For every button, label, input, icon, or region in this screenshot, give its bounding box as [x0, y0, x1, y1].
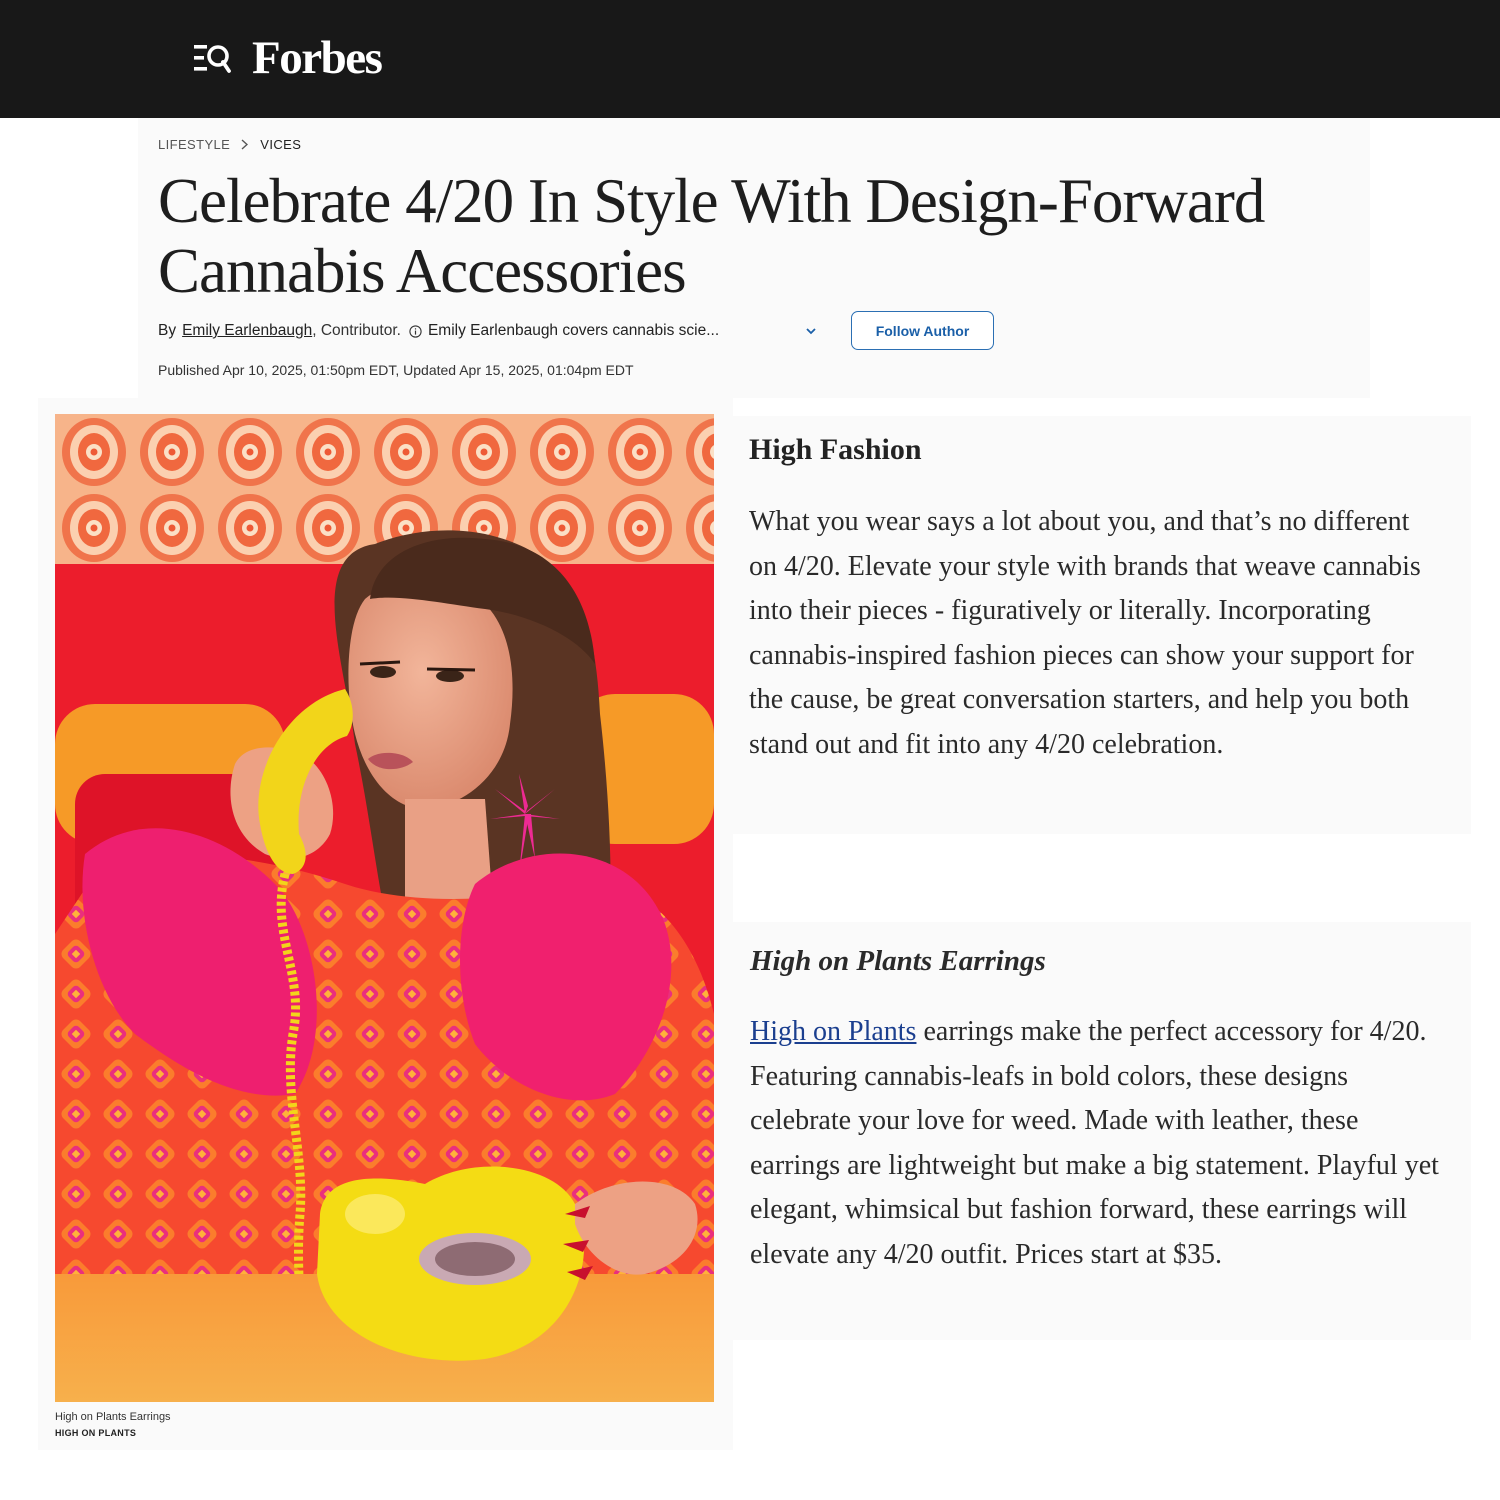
chevron-down-icon[interactable] — [805, 323, 817, 341]
author-role: , Contributor. — [312, 322, 401, 339]
breadcrumb-vices[interactable]: VICES — [260, 137, 301, 152]
author-link[interactable]: Emily Earlenbaugh — [182, 322, 312, 340]
breadcrumb: LIFESTYLE VICES — [158, 137, 301, 152]
top-navigation-bar: Forbes — [0, 0, 1500, 118]
author-bio: Emily Earlenbaugh covers cannabis scie..… — [427, 322, 720, 339]
product-body: High on Plants earrings make the perfect… — [750, 1010, 1440, 1278]
image-card: High on Plants Earrings HIGH ON PLANTS — [38, 398, 733, 1450]
byline: By Emily Earlenbaugh , Contributor. Emil… — [158, 320, 719, 342]
forbes-logo[interactable]: Forbes — [252, 30, 383, 86]
follow-author-button[interactable]: Follow Author — [851, 311, 994, 350]
chevron-right-icon — [241, 139, 249, 150]
menu-search-icon[interactable] — [194, 43, 232, 73]
section-card-high-fashion: High Fashion What you wear says a lot ab… — [733, 416, 1471, 834]
section-title: High Fashion — [749, 433, 922, 466]
image-credit: HIGH ON PLANTS — [55, 1428, 137, 1438]
article-headline: Celebrate 4/20 In Style With Design-Forw… — [158, 166, 1265, 306]
article-header: LIFESTYLE VICES Celebrate 4/20 In Style … — [138, 118, 1370, 398]
info-icon — [409, 324, 422, 338]
image-caption: High on Plants Earrings — [55, 1411, 171, 1423]
product-description: earrings make the perfect accessory for … — [750, 1016, 1439, 1270]
section-body: What you wear says a lot about you, and … — [749, 506, 1421, 760]
product-title: High on Plants Earrings — [750, 945, 1046, 977]
product-link[interactable]: High on Plants — [750, 1016, 916, 1047]
byline-prefix: By — [158, 322, 177, 339]
breadcrumb-lifestyle[interactable]: LIFESTYLE — [158, 137, 230, 152]
article-photo — [55, 414, 714, 1402]
product-card: High on Plants Earrings High on Plants e… — [733, 922, 1471, 1340]
publish-timestamp: Published Apr 10, 2025, 01:50pm EDT, Upd… — [158, 362, 634, 378]
